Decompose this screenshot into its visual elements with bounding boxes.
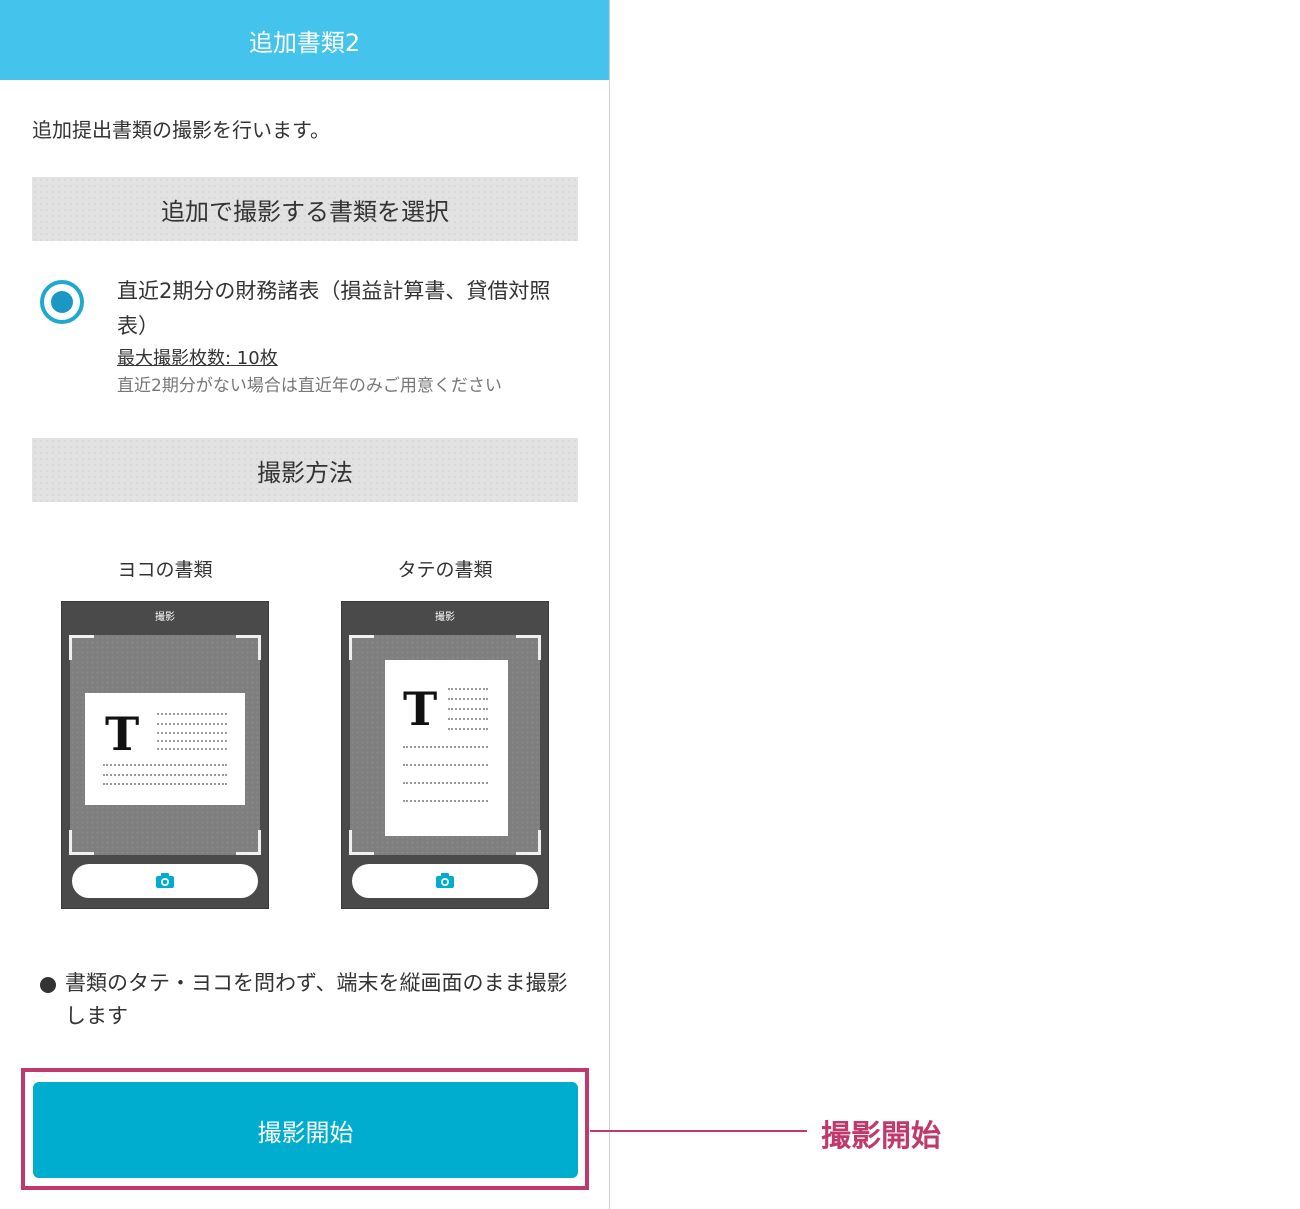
document-text-line [157, 723, 227, 725]
section-heading-capture-method: 撮影方法 [32, 438, 578, 502]
start-capture-button-label: 撮影開始 [257, 1118, 354, 1147]
document-option-limit: 最大撮影枚数: 10枚 [117, 348, 278, 369]
document-option-note: 直近2期分がない場合は直近年のみご用意ください [117, 376, 502, 396]
portrait-example-caption: タテの書類 [397, 559, 493, 581]
intro-text: 追加提出書類の撮影を行います。 [32, 118, 330, 142]
document-text-line [103, 764, 227, 766]
document-heading-glyph: T [403, 682, 438, 736]
document-text-line [448, 698, 488, 700]
document-text-line [103, 783, 227, 785]
document-text-line [448, 728, 488, 730]
camera-icon [156, 873, 174, 888]
document-text-line [157, 740, 227, 742]
document-text-line [403, 746, 488, 748]
frame-corner-icon [69, 830, 94, 855]
start-capture-button[interactable]: 撮影開始 [33, 1082, 578, 1178]
frame-corner-icon [69, 635, 94, 660]
document-text-line [403, 764, 488, 766]
document-text-line [448, 708, 488, 710]
document-heading-glyph: T [105, 707, 140, 761]
landscape-example-caption: ヨコの書類 [117, 559, 213, 581]
bullet-icon [40, 977, 56, 993]
camera-viewfinder: T [69, 635, 261, 855]
page-header: 追加書類2 [0, 0, 609, 80]
section-heading-select-document: 追加で撮影する書類を選択 [32, 177, 578, 241]
frame-corner-icon [349, 830, 374, 855]
capture-instruction-text: 書類のタテ・ヨコを問わず、端末を縦画面のまま撮影します [65, 971, 568, 1028]
phone-screen-title: 撮影 [435, 612, 455, 623]
document-text-line [403, 782, 488, 784]
frame-corner-icon [516, 830, 541, 855]
document-text-line [157, 732, 227, 734]
section-heading-label: 追加で撮影する書類を選択 [161, 197, 449, 226]
frame-corner-icon [236, 635, 261, 660]
camera-viewfinder: T [349, 635, 541, 855]
shutter-button [72, 864, 258, 898]
frame-corner-icon [349, 635, 374, 660]
document-text-line [448, 688, 488, 690]
landscape-document-paper: T [85, 693, 245, 805]
section-heading-label: 撮影方法 [257, 458, 353, 487]
app-screen: 追加書類2 追加提出書類の撮影を行います。 追加で撮影する書類を選択 直近2期分… [0, 0, 610, 1209]
landscape-example-illustration: 撮影 T [61, 601, 269, 909]
callout-label: 撮影開始 [821, 1119, 941, 1154]
camera-icon [436, 873, 454, 888]
document-text-line [448, 718, 488, 720]
portrait-document-paper: T [385, 660, 508, 836]
document-text-line [403, 800, 488, 802]
frame-corner-icon [516, 635, 541, 660]
document-option-title[interactable]: 直近2期分の財務諸表（損益計算書、貸借対照表） [117, 274, 567, 344]
portrait-example-illustration: 撮影 T [341, 601, 549, 909]
document-text-line [157, 713, 227, 715]
shutter-button [352, 864, 538, 898]
page-title: 追加書類2 [248, 28, 361, 57]
phone-screen-title: 撮影 [155, 612, 175, 623]
document-option-radio[interactable] [40, 280, 84, 324]
radio-selected-dot [51, 291, 73, 313]
frame-corner-icon [236, 830, 261, 855]
callout-connector-line [590, 1130, 807, 1132]
document-text-line [157, 748, 227, 750]
document-text-line [103, 774, 227, 776]
